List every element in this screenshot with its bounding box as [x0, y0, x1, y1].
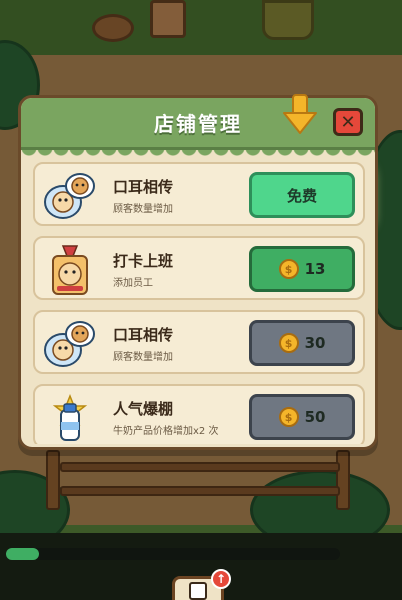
clipboard-icon	[189, 582, 207, 600]
clipboard-button[interactable]: ↑	[172, 569, 231, 600]
upgrade-row: 人气爆棚 牛奶产品价格增加x2 次 $ 50	[33, 384, 365, 444]
header-scallop	[21, 150, 375, 160]
hamster-badge-icon	[43, 244, 97, 296]
buy-button-locked[interactable]: $ 50	[249, 394, 355, 440]
upgrade-description: 顾客数量增加	[113, 204, 173, 215]
upgrade-name: 人气爆棚	[113, 400, 174, 418]
price-label: 30	[304, 334, 326, 352]
upgrade-row: 打卡上班 添加员工 $ 13	[33, 236, 365, 300]
close-icon: ✕	[340, 111, 356, 133]
coin-icon: $	[278, 259, 299, 279]
price-label: 13	[304, 260, 326, 278]
price-label: 50	[304, 408, 326, 426]
upgrade-name: 口耳相传	[113, 178, 174, 196]
button-label: 免费	[286, 186, 317, 205]
dialog-header: 店铺管理 ✕	[21, 98, 375, 150]
level-progress-bar	[6, 548, 340, 560]
upgrade-description: 顾客数量增加	[113, 352, 173, 363]
close-button[interactable]: ✕	[333, 108, 363, 136]
upgrade-badge: ↑	[211, 569, 231, 589]
free-claim-button[interactable]: 免费	[249, 172, 355, 218]
upgrade-row: 口耳相传 顾客数量增加 $ 30	[33, 310, 365, 374]
dialog-title: 店铺管理	[154, 112, 242, 136]
hamster-speech-icon	[43, 318, 97, 370]
hamster-speech-icon	[43, 170, 97, 222]
upgrade-list[interactable]: 口耳相传 顾客数量增加 免费 打卡上班 添加员工 $ 13 口耳相传 顾客数量增…	[33, 162, 365, 444]
upgrade-description: 添加员工	[113, 278, 153, 289]
tutorial-arrow-icon	[283, 94, 317, 134]
upgrade-name: 打卡上班	[113, 252, 174, 270]
shop-management-dialog: 店铺管理 ✕ 口耳相传 顾客数量增加 免费 打卡上班 添加员工 $ 13 口耳相…	[18, 95, 378, 450]
coin-icon: $	[278, 407, 299, 427]
upgrade-row: 口耳相传 顾客数量增加 免费	[33, 162, 365, 226]
upgrade-name: 口耳相传	[113, 326, 174, 344]
milk-bottle-icon	[43, 392, 97, 444]
upgrade-description: 牛奶产品价格增加x2 次	[113, 426, 219, 437]
buy-button-locked[interactable]: $ 30	[249, 320, 355, 366]
level-progress-fill	[6, 548, 40, 560]
coin-icon: $	[278, 333, 299, 353]
buy-button[interactable]: $ 13	[249, 246, 355, 292]
